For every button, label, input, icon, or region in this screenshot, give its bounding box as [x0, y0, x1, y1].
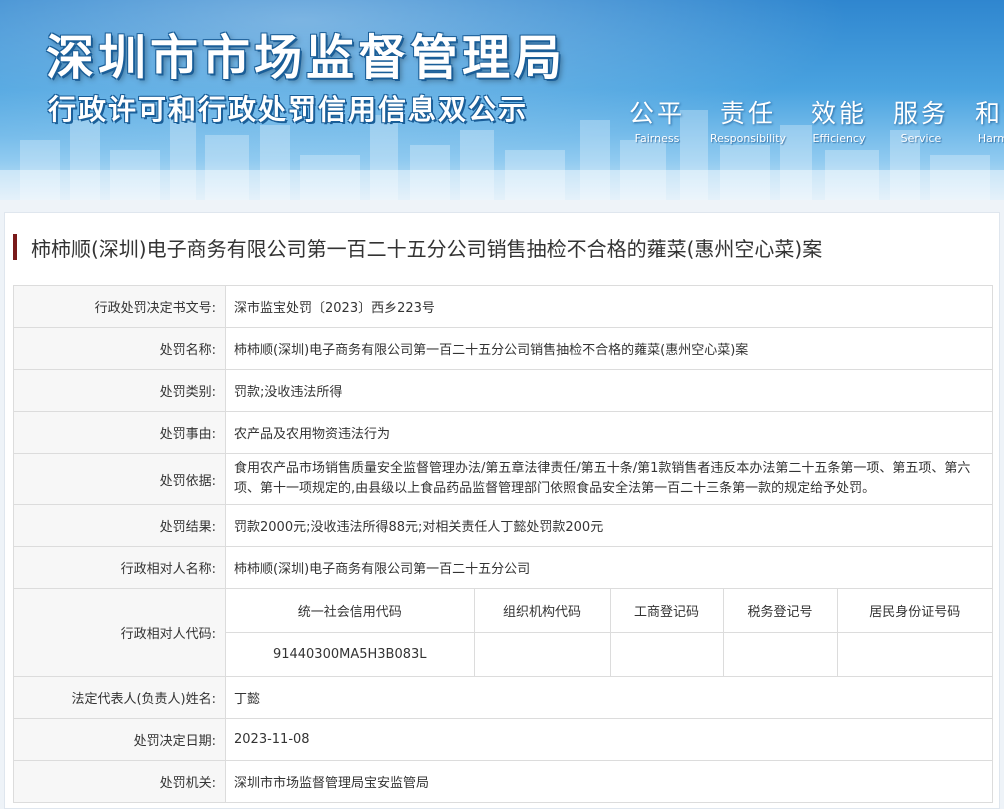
row-label: 行政相对人名称:: [13, 546, 226, 589]
id-number-value: [837, 633, 992, 677]
row-label: 处罚机关:: [13, 760, 226, 803]
party-name: 柿柿顺(深圳)电子商务有限公司第一百二十五分公司: [225, 546, 993, 589]
slogan-zh: 服务: [892, 99, 949, 128]
slogan-en: Responsibility: [709, 132, 787, 145]
row-label: 处罚名称:: [13, 327, 226, 370]
code-header: 税务登记号: [723, 589, 838, 633]
slogan-item: 公平 Fairness: [618, 94, 696, 145]
row-label: 处罚决定日期:: [13, 718, 226, 761]
row-label: 处罚依据:: [13, 453, 226, 505]
slogan-item: 效能 Efficiency: [800, 94, 878, 145]
case-title: 柿柿顺(深圳)电子商务有限公司第一百二十五分公司销售抽检不合格的蕹菜(惠州空心菜…: [31, 236, 823, 261]
slogan-zh: 责任: [719, 99, 776, 128]
table-row: 处罚依据: 食用农产品市场销售质量安全监督管理办法/第五章法律责任/第五十条/第…: [13, 453, 993, 505]
slogan-en: Service: [900, 132, 942, 145]
slogan-en: Harmony: [977, 132, 1004, 145]
table-row: 处罚机关: 深圳市市场监督管理局宝安监管局: [13, 760, 993, 803]
row-label: 行政处罚决定书文号:: [13, 285, 226, 328]
table-row: 处罚事由: 农产品及农用物资违法行为: [13, 411, 993, 454]
code-header: 统一社会信用代码: [226, 589, 475, 633]
slogan-item: 责任 Responsibility: [700, 94, 796, 145]
legal-representative: 丁懿: [225, 676, 993, 719]
penalty-authority: 深圳市市场监督管理局宝安监管局: [225, 760, 993, 803]
code-header: 组织机构代码: [474, 589, 611, 633]
org-code-value: [474, 632, 611, 676]
site-subtitle: 行政许可和行政处罚信用信息双公示: [48, 93, 529, 126]
tax-reg-value: [723, 632, 838, 676]
table-row: 处罚决定日期: 2023-11-08: [13, 718, 993, 761]
table-row: 法定代表人(负责人)姓名: 丁懿: [13, 676, 993, 719]
business-reg-value: [610, 632, 724, 676]
content-panel: 柿柿顺(深圳)电子商务有限公司第一百二十五分公司销售抽检不合格的蕹菜(惠州空心菜…: [4, 212, 1000, 809]
slogan-zh: 公平: [628, 99, 685, 128]
row-label: 处罚事由:: [13, 411, 226, 454]
penalty-category: 罚款;没收违法所得: [225, 369, 993, 412]
slogan-item: 和谐 Harmony: [964, 94, 1004, 145]
row-label: 处罚结果:: [13, 504, 226, 547]
table-row: 处罚结果: 罚款2000元;没收违法所得88元;对相关责任人丁懿处罚款200元: [13, 504, 993, 547]
site-title: 深圳市市场监督管理局: [46, 30, 567, 86]
table-row: 处罚名称: 柿柿顺(深圳)电子商务有限公司第一百二十五分公司销售抽检不合格的蕹菜…: [13, 327, 993, 370]
slogan-en: Fairness: [634, 132, 680, 145]
table-row: 行政处罚决定书文号: 深市监宝处罚〔2023〕西乡223号: [13, 285, 993, 328]
case-heading: 柿柿顺(深圳)电子商务有限公司第一百二十五分公司销售抽检不合格的蕹菜(惠州空心菜…: [13, 233, 822, 261]
table-row: 行政相对人名称: 柿柿顺(深圳)电子商务有限公司第一百二十五分公司: [13, 546, 993, 589]
row-label: 行政相对人代码:: [13, 588, 226, 677]
row-label: 法定代表人(负责人)姓名:: [13, 676, 226, 719]
code-header: 工商登记码: [610, 589, 724, 633]
penalty-name: 柿柿顺(深圳)电子商务有限公司第一百二十五分公司销售抽检不合格的蕹菜(惠州空心菜…: [225, 327, 993, 370]
code-header-row: 统一社会信用代码 组织机构代码 工商登记码 税务登记号 居民身份证号码: [226, 589, 992, 633]
code-value-row: 91440300MA5H3B083L: [226, 632, 992, 677]
slogan-en: Efficiency: [812, 132, 866, 145]
party-code-table: 统一社会信用代码 组织机构代码 工商登记码 税务登记号 居民身份证号码 9144…: [226, 589, 992, 676]
table-row: 行政相对人代码: 统一社会信用代码 组织机构代码 工商登记码 税务登记号 居民身…: [13, 588, 993, 677]
heading-accent-bar: [13, 234, 17, 260]
slogan-zh: 和谐: [974, 99, 1004, 128]
penalty-basis: 食用农产品市场销售质量安全监督管理办法/第五章法律责任/第五十条/第1款销售者违…: [225, 453, 993, 505]
penalty-result: 罚款2000元;没收违法所得88元;对相关责任人丁懿处罚款200元: [225, 504, 993, 547]
table-row: 处罚类别: 罚款;没收违法所得: [13, 369, 993, 412]
slogan: 公平 Fairness 责任 Responsibility 效能 Efficie…: [618, 94, 1004, 145]
row-label: 处罚类别:: [13, 369, 226, 412]
party-code-cell: 统一社会信用代码 组织机构代码 工商登记码 税务登记号 居民身份证号码 9144…: [225, 588, 993, 677]
code-header: 居民身份证号码: [837, 589, 992, 633]
slogan-item: 服务 Service: [882, 94, 960, 145]
decision-date: 2023-11-08: [225, 718, 993, 761]
decision-number: 深市监宝处罚〔2023〕西乡223号: [225, 285, 993, 328]
header-banner: 深圳市市场监督管理局 行政许可和行政处罚信用信息双公示 公平 Fairness …: [0, 0, 1004, 200]
penalty-info-table: 行政处罚决定书文号: 深市监宝处罚〔2023〕西乡223号 处罚名称: 柿柿顺(…: [13, 285, 993, 803]
slogan-zh: 效能: [810, 99, 867, 128]
credit-code-value: 91440300MA5H3B083L: [226, 632, 475, 676]
penalty-reason: 农产品及农用物资违法行为: [225, 411, 993, 454]
